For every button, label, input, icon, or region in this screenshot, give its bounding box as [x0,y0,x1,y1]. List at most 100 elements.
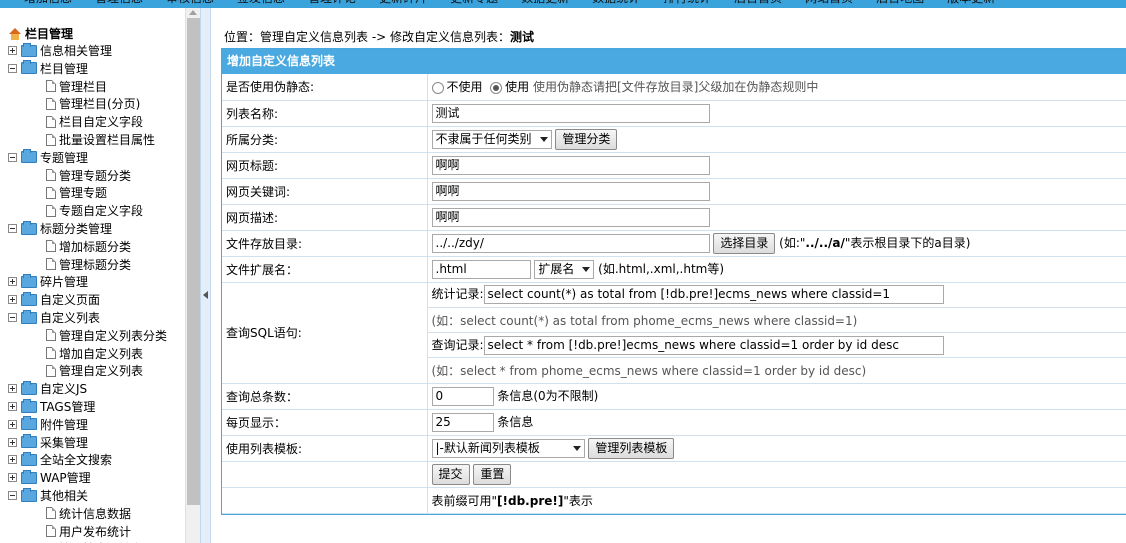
tree-folder-item[interactable]: 附件管理 [8,416,88,433]
collapse-icon[interactable] [8,152,17,162]
tree-page-item[interactable]: 管理自定义列表分类 [46,327,167,344]
top-nav-item[interactable]: 数据更新 [521,0,569,5]
tree-folder-item[interactable]: 采集管理 [8,434,88,451]
tree-page-item[interactable]: 管理专题分类 [46,167,131,184]
manage-template-button[interactable]: 管理列表模板 [588,437,675,459]
manage-category-button[interactable]: 管理分类 [555,128,618,150]
expand-icon[interactable] [8,419,17,429]
tree-scrollbar[interactable] [185,8,200,543]
tree-folder-item[interactable]: 自定义列表 [8,309,100,326]
tree-page-item[interactable]: 专题自定义字段 [46,202,143,219]
category-select[interactable]: 不隶属于任何类别 [431,129,552,149]
tree-folder-item[interactable]: TAGS管理 [8,398,95,415]
page-keywords-input[interactable]: 啊啊 [431,181,710,201]
top-nav-item[interactable]: 增加信息 [24,0,72,5]
tree-folder-item[interactable]: 其他相关 [8,487,88,504]
top-nav-item[interactable]: 审核信息 [166,0,214,5]
tree-folder-item[interactable]: 信息相关管理 [8,42,112,59]
tree-page-item[interactable]: 增加自定义列表 [46,345,143,362]
top-nav-item[interactable]: 管理信息 [95,0,143,5]
expand-icon[interactable] [8,46,17,55]
tree-folder-item[interactable]: 专题管理 [8,149,88,166]
tree-folder-item[interactable]: 自定义页面 [8,291,100,308]
top-nav-item[interactable]: 管理评论 [308,0,356,5]
reset-button[interactable]: 重置 [473,463,512,485]
top-nav-item[interactable]: 签发信息 [237,0,285,5]
per-page-label: 每页显示： [222,409,428,436]
collapse-left-arrow-icon[interactable] [203,291,208,299]
template-select[interactable]: |-默认新闻列表模板 [431,438,585,458]
radio-use-pseudo-static[interactable] [490,81,503,94]
tree-folder-item[interactable]: 碎片管理 [8,273,88,290]
scrollbar-thumb[interactable] [187,18,200,505]
expand-icon[interactable] [8,473,17,483]
save-dir-input[interactable]: ../../zdy/ [431,233,710,253]
radio-no-pseudo-static[interactable] [431,81,444,94]
top-nav-item[interactable]: 更新碎片 [379,0,427,5]
chevron-down-icon [572,445,581,451]
tree-item-label: 全站全文搜索 [40,453,113,468]
page-title-input[interactable]: 啊啊 [431,155,710,175]
top-nav-item[interactable]: 更新专题 [450,0,498,5]
file-ext-input[interactable]: .html [431,259,531,279]
page-keywords-label: 网页关键词: [222,178,428,205]
expand-icon[interactable] [8,384,17,394]
expand-icon[interactable] [8,295,17,305]
per-page-input[interactable]: 25 [431,412,494,432]
tree-folder-item[interactable]: 全站全文搜索 [8,451,112,468]
page-icon [46,364,56,377]
tree-page-item[interactable]: 批量设置栏目属性 [46,131,155,148]
top-nav-item[interactable]: 数据统计 [592,0,640,5]
total-label: 查询总条数： [222,383,428,410]
count-sql-input[interactable]: select count(*) as total from [!db.pre!]… [483,285,944,305]
collapse-icon[interactable] [8,313,17,322]
submit-button[interactable]: 提交 [431,463,470,485]
expand-icon[interactable] [8,455,17,465]
tree-page-item[interactable]: 管理栏目 [46,78,107,95]
panel-splitter[interactable] [200,8,211,543]
top-nav-item[interactable]: 排行统计 [663,0,711,5]
tree-folder-item[interactable]: WAP管理 [8,469,91,486]
expand-icon[interactable] [8,402,17,411]
tree-root[interactable]: 栏目管理 [8,25,73,42]
file-ext-label: 文件扩展名： [222,256,428,283]
expand-icon[interactable] [8,437,17,447]
tree-item-label: 专题自定义字段 [59,204,144,219]
collapse-icon[interactable] [8,63,17,73]
collapse-icon[interactable] [8,224,17,233]
tree-item-label: 附件管理 [40,417,89,432]
tree-page-item[interactable]: 管理标题分类 [46,256,131,273]
tree-page-item[interactable]: 增加标题分类 [46,238,131,255]
expand-icon[interactable] [8,277,17,287]
tree-page-item[interactable]: 栏目自定义字段 [46,113,143,130]
tree-folder-item[interactable]: 标题分类管理 [8,220,112,237]
page-icon [46,115,56,128]
top-nav-item[interactable]: 后台首页 [734,0,782,5]
tree-page-item[interactable]: 管理专题 [46,184,107,201]
top-nav-item[interactable]: 后台地图 [876,0,924,5]
tree-page-item[interactable]: 管理栏目(分页) [46,95,140,112]
form-panel: 增加自定义信息列表 是否使用伪静态: 不使用 使用 使用伪静态请把[文件存放目录… [221,48,1126,515]
save-dir-label: 文件存放目录: [222,230,428,257]
query-sql-input[interactable]: select * from [!db.pre!]ecms_news where … [483,335,944,355]
page-desc-input[interactable]: 啊啊 [431,207,710,227]
collapse-icon[interactable] [8,491,17,500]
tree-page-item[interactable]: 用户发布统计 [46,523,131,540]
page-icon [46,204,56,217]
folder-icon [21,469,37,484]
scroll-up-arrow-icon[interactable] [189,10,197,15]
tree-folder-item[interactable]: 栏目管理 [8,60,88,77]
folder-icon [21,273,37,288]
total-input[interactable]: 0 [431,386,494,406]
top-nav-item[interactable]: 网站首页 [805,0,853,5]
list-name-input[interactable]: 测试 [431,103,710,123]
ext-select[interactable]: 扩展名 [534,259,595,279]
query-sql-label: 查询记录: [431,337,484,352]
choose-dir-button[interactable]: 选择目录 [713,232,776,254]
tree-folder-item[interactable]: 自定义JS [8,380,87,397]
tree-page-item[interactable]: 统计信息数据 [46,505,131,522]
top-nav-item[interactable]: 版本更新 [947,0,995,5]
tree-item-label: 管理自定义列表分类 [59,328,168,343]
page-icon [46,258,56,271]
tree-page-item[interactable]: 管理自定义列表 [46,362,143,379]
